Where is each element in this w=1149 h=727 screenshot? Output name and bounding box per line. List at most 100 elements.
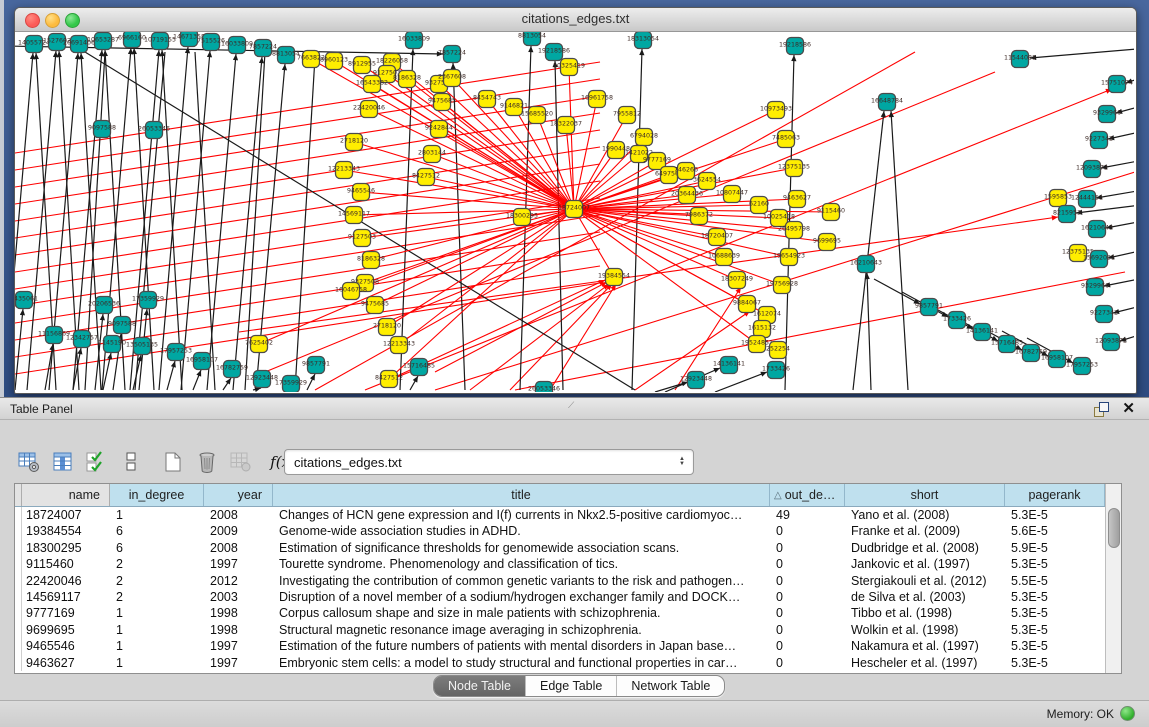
cell-name[interactable]: 14569117 [22,589,110,605]
cell-in_degree[interactable]: 6 [110,540,204,556]
cell-short[interactable]: Jankovic et al. (1997) [845,556,1005,572]
select-all-icon[interactable] [82,448,112,476]
cell-corner[interactable] [15,655,22,671]
cell-pagerank[interactable]: 5.3E-5 [1005,605,1105,621]
show-column-icon[interactable] [48,448,78,476]
cell-corner[interactable] [15,638,22,654]
cell-pagerank[interactable]: 5.9E-5 [1005,540,1105,556]
cell-in_degree[interactable]: 2 [110,573,204,589]
network-window-titlebar[interactable]: citations_edges.txt [15,8,1136,32]
graph-edge[interactable] [715,372,767,392]
cell-corner[interactable] [15,589,22,605]
row-height-icon[interactable] [116,448,146,476]
cell-title[interactable]: Genome-wide association studies in ADHD. [273,523,770,539]
graph-edge[interactable] [369,109,574,209]
cell-short[interactable]: Nakamura et al. (1997) [845,638,1005,654]
graph-edge[interactable] [891,111,908,390]
graph-edge[interactable] [193,370,201,390]
tab-network-table[interactable]: Network Table [617,676,724,696]
cell-name[interactable]: 9463627 [22,655,110,671]
cell-name[interactable]: 9699695 [22,622,110,638]
cell-title[interactable]: Corpus callosum shape and size in male p… [273,605,770,621]
graph-edge[interactable] [351,209,574,291]
cell-short[interactable]: Tibbo et al. (1998) [845,605,1005,621]
column-header-in_degree[interactable]: in_degree [110,484,204,506]
cell-year[interactable]: 2003 [204,589,273,605]
table-row[interactable]: 946554611997Estimation of the future num… [15,638,1121,654]
cell-corner[interactable] [15,622,22,638]
cell-year[interactable]: 2008 [204,540,273,556]
cell-year[interactable]: 2008 [204,507,273,523]
cell-title[interactable]: Embryonic stem cells: a model to study s… [273,655,770,671]
graph-edge[interactable] [874,279,920,304]
cell-in_degree[interactable]: 2 [110,589,204,605]
cell-out_degree[interactable]: 0 [770,589,845,605]
cell-corner[interactable] [15,523,22,539]
cell-in_degree[interactable]: 1 [110,605,204,621]
table-row[interactable]: 1872400712008Changes of HCN gene express… [15,507,1121,523]
cell-short[interactable]: Stergiakouli et al. (2012) [845,573,1005,589]
cell-pagerank[interactable]: 5.3E-5 [1005,638,1105,654]
cell-out_degree[interactable]: 0 [770,638,845,654]
graph-edge[interactable] [295,57,315,390]
graph-edge[interactable] [372,84,574,209]
cell-out_degree[interactable]: 0 [770,605,845,621]
table-row[interactable]: 2242004622012Investigating the contribut… [15,573,1121,589]
cell-year[interactable]: 1997 [204,556,273,572]
graph-edge[interactable] [867,273,871,390]
graph-edge[interactable] [410,376,418,390]
cell-title[interactable]: Changes of HCN gene expression and I(f) … [273,507,770,523]
cell-in_degree[interactable]: 6 [110,523,204,539]
column-header-name[interactable]: name [22,484,110,506]
cell-corner[interactable] [15,605,22,621]
graph-edge[interactable] [362,65,574,209]
cell-name[interactable]: 18300295 [22,540,110,556]
table-settings-icon[interactable] [14,448,44,476]
table-row[interactable]: 911546021997Tourette syndrome. Phenomeno… [15,556,1121,572]
graph-edge[interactable] [181,51,210,390]
cell-short[interactable]: de Silva et al. (2003) [845,589,1005,605]
delete-table-icon[interactable] [192,448,222,476]
graph-edge[interactable] [15,309,23,390]
graph-edge[interactable] [159,47,188,390]
cell-year[interactable]: 1997 [204,655,273,671]
graph-edge[interactable] [853,111,884,390]
cell-year[interactable]: 1997 [204,638,273,654]
column-header-out_degree[interactable]: △out_de… [770,484,845,506]
cell-pagerank[interactable]: 5.5E-5 [1005,573,1105,589]
cell-in_degree[interactable]: 1 [110,655,204,671]
graph-edge[interactable] [167,361,175,390]
splitter-handle-icon[interactable]: ⟋ [568,400,577,409]
cell-short[interactable]: Yano et al. (2008) [845,507,1005,523]
cell-pagerank[interactable]: 5.3E-5 [1005,622,1105,638]
cell-short[interactable]: Dudbridge et al. (2008) [845,540,1005,556]
cell-year[interactable]: 2012 [204,573,273,589]
cell-corner[interactable] [15,540,22,556]
table-row[interactable]: 969969511998Structural magnetic resonanc… [15,622,1121,638]
cell-out_degree[interactable]: 0 [770,655,845,671]
cell-corner[interactable] [15,556,22,572]
cell-in_degree[interactable]: 2 [110,556,204,572]
column-header-title[interactable]: title [273,484,770,506]
cell-name[interactable]: 9465546 [22,638,110,654]
cell-pagerank[interactable]: 5.6E-5 [1005,523,1105,539]
float-panel-icon[interactable] [1094,402,1109,417]
cell-corner[interactable] [15,573,22,589]
cell-pagerank[interactable]: 5.3E-5 [1005,589,1105,605]
cell-name[interactable]: 18724007 [22,507,110,523]
cell-name[interactable]: 19384554 [22,523,110,539]
table-row[interactable]: 977716911998Corpus callosum shape and si… [15,605,1121,621]
cell-in_degree[interactable]: 1 [110,622,204,638]
table-row[interactable]: 1456911722003Disruption of a novel membe… [15,589,1121,605]
graph-edge[interactable] [655,382,688,392]
cell-out_degree[interactable]: 0 [770,556,845,572]
table-row[interactable]: 1938455462009Genome-wide association stu… [15,523,1121,539]
table-row[interactable]: 1830029562008Estimation of significance … [15,540,1121,556]
column-header-short[interactable]: short [845,484,1005,506]
cell-out_degree[interactable]: 0 [770,523,845,539]
cell-year[interactable]: 1998 [204,605,273,621]
cell-corner[interactable] [15,507,22,523]
cell-year[interactable]: 2009 [204,523,273,539]
cell-name[interactable]: 22420046 [22,573,110,589]
cell-title[interactable]: Estimation of significance thresholds fo… [273,540,770,556]
